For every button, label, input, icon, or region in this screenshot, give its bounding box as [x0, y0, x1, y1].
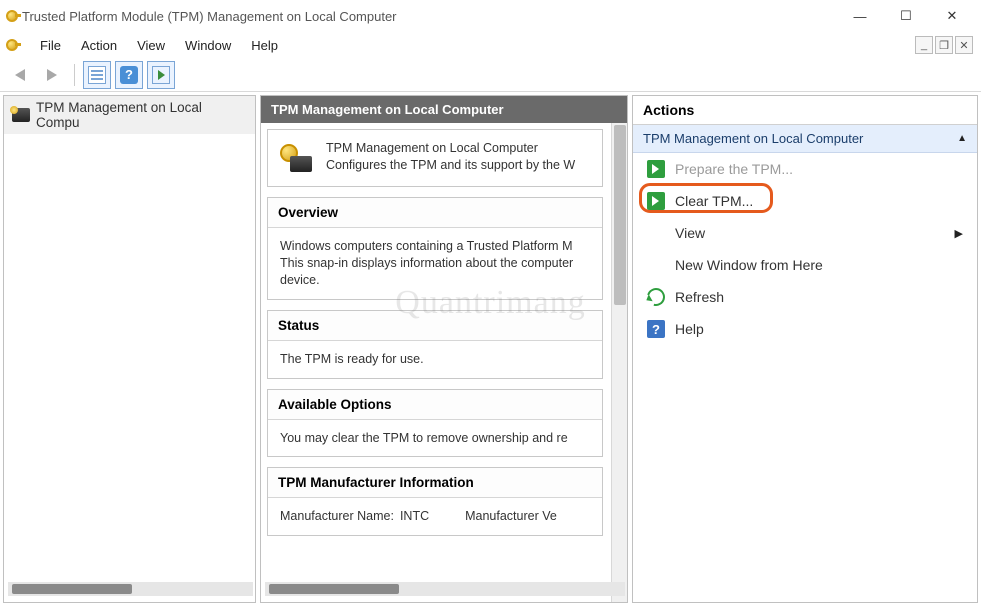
workspace: TPM Management on Local Compu TPM Manage…: [0, 92, 981, 606]
toolbar-separator: [74, 64, 75, 86]
tree-pane: TPM Management on Local Compu: [3, 95, 256, 603]
help-icon: ?: [647, 320, 665, 338]
arrow-right-icon: [47, 69, 57, 81]
manufacturer-section: TPM Manufacturer Information Manufacture…: [267, 467, 603, 536]
action-help[interactable]: ? Help: [633, 313, 977, 345]
intro-text: TPM Management on Local Computer Configu…: [326, 140, 575, 176]
tpm-chip-icon: [12, 108, 30, 122]
action-help-label: Help: [675, 321, 704, 337]
action-clear-tpm[interactable]: Clear TPM...: [633, 185, 977, 217]
status-section: Status The TPM is ready for use.: [267, 310, 603, 379]
mdi-restore-button[interactable]: ❐: [935, 36, 953, 54]
window-title: Trusted Platform Module (TPM) Management…: [22, 9, 397, 24]
menu-action[interactable]: Action: [71, 36, 127, 55]
action-refresh[interactable]: Refresh: [633, 281, 977, 313]
action-newwin-label: New Window from Here: [675, 257, 823, 273]
center-body: TPM Management on Local Computer Configu…: [261, 123, 627, 602]
center-scroll-thumb[interactable]: [614, 125, 626, 305]
action-refresh-label: Refresh: [675, 289, 724, 305]
action-new-window[interactable]: New Window from Here: [633, 249, 977, 281]
options-section: Available Options You may clear the TPM …: [267, 389, 603, 458]
close-button[interactable]: ✕: [929, 0, 975, 32]
manufacturer-name-label: Manufacturer Name:: [280, 508, 394, 525]
action-pane-button[interactable]: [147, 61, 175, 89]
show-tree-button[interactable]: [83, 61, 111, 89]
blank-icon: [647, 224, 665, 242]
overview-body: Windows computers containing a Trusted P…: [268, 228, 602, 299]
manufacturer-body: Manufacturer Name: INTC Manufacturer Ve: [268, 498, 602, 535]
center-vertical-scrollbar[interactable]: [611, 123, 627, 602]
actions-group-header[interactable]: TPM Management on Local Computer ▲: [633, 125, 977, 153]
arrow-left-icon: [15, 69, 25, 81]
mdi-minimize-button[interactable]: _: [915, 36, 933, 54]
actions-header: Actions: [633, 96, 977, 125]
menu-bar: File Action View Window Help _ ❐ ✕: [0, 32, 981, 58]
options-body: You may clear the TPM to remove ownershi…: [268, 420, 602, 457]
forward-button[interactable]: [38, 61, 66, 89]
overview-title: Overview: [268, 198, 602, 228]
tree-root-label: TPM Management on Local Compu: [36, 100, 247, 130]
submenu-arrow-icon: ▶: [955, 227, 963, 240]
intro-line2: Configures the TPM and its support by th…: [326, 157, 575, 174]
manufacturer-title: TPM Manufacturer Information: [268, 468, 602, 498]
center-pane: TPM Management on Local Computer TPM Man…: [260, 95, 628, 603]
play-icon: [152, 66, 170, 84]
app-key-icon: [6, 37, 22, 53]
status-title: Status: [268, 311, 602, 341]
app-key-icon: [6, 8, 22, 24]
status-body: The TPM is ready for use.: [268, 341, 602, 378]
menu-file[interactable]: File: [30, 36, 71, 55]
toolbar: ?: [0, 58, 981, 92]
options-title: Available Options: [268, 390, 602, 420]
menu-help[interactable]: Help: [241, 36, 288, 55]
action-prepare-tpm[interactable]: Prepare the TPM...: [633, 153, 977, 185]
action-view[interactable]: View ▶: [633, 217, 977, 249]
maximize-button[interactable]: ☐: [883, 0, 929, 32]
left-scrollbar-thumb[interactable]: [12, 584, 132, 594]
tree-root-item[interactable]: TPM Management on Local Compu: [4, 96, 255, 134]
mdi-controls: _ ❐ ✕: [915, 36, 977, 54]
manufacturer-version-label: Manufacturer Ve: [465, 508, 557, 525]
help-toolbar-button[interactable]: ?: [115, 61, 143, 89]
back-button[interactable]: [6, 61, 34, 89]
intro-card: TPM Management on Local Computer Configu…: [267, 129, 603, 187]
blank-icon: [647, 256, 665, 274]
manufacturer-name-value: INTC: [400, 508, 429, 525]
center-header: TPM Management on Local Computer: [261, 96, 627, 123]
refresh-icon: [644, 285, 669, 310]
tpm-key-chip-icon: [280, 140, 316, 176]
action-prepare-label: Prepare the TPM...: [675, 161, 793, 177]
action-view-label: View: [675, 225, 705, 241]
actions-group-label: TPM Management on Local Computer: [643, 131, 863, 146]
action-clear-label: Clear TPM...: [675, 193, 753, 209]
overview-section: Overview Windows computers containing a …: [267, 197, 603, 300]
title-controls: — ☐ ✕: [837, 0, 975, 32]
center-scrollbar-thumb[interactable]: [269, 584, 399, 594]
go-arrow-icon: [647, 160, 665, 178]
menu-view[interactable]: View: [127, 36, 175, 55]
minimize-button[interactable]: —: [837, 0, 883, 32]
go-arrow-icon: [647, 192, 665, 210]
menu-window[interactable]: Window: [175, 36, 241, 55]
collapse-icon: ▲: [957, 133, 967, 144]
help-icon: ?: [120, 66, 138, 84]
mdi-close-button[interactable]: ✕: [955, 36, 973, 54]
title-bar: Trusted Platform Module (TPM) Management…: [0, 0, 981, 32]
intro-line1: TPM Management on Local Computer: [326, 140, 575, 157]
document-icon: [88, 66, 106, 84]
actions-pane: Actions TPM Management on Local Computer…: [632, 95, 978, 603]
